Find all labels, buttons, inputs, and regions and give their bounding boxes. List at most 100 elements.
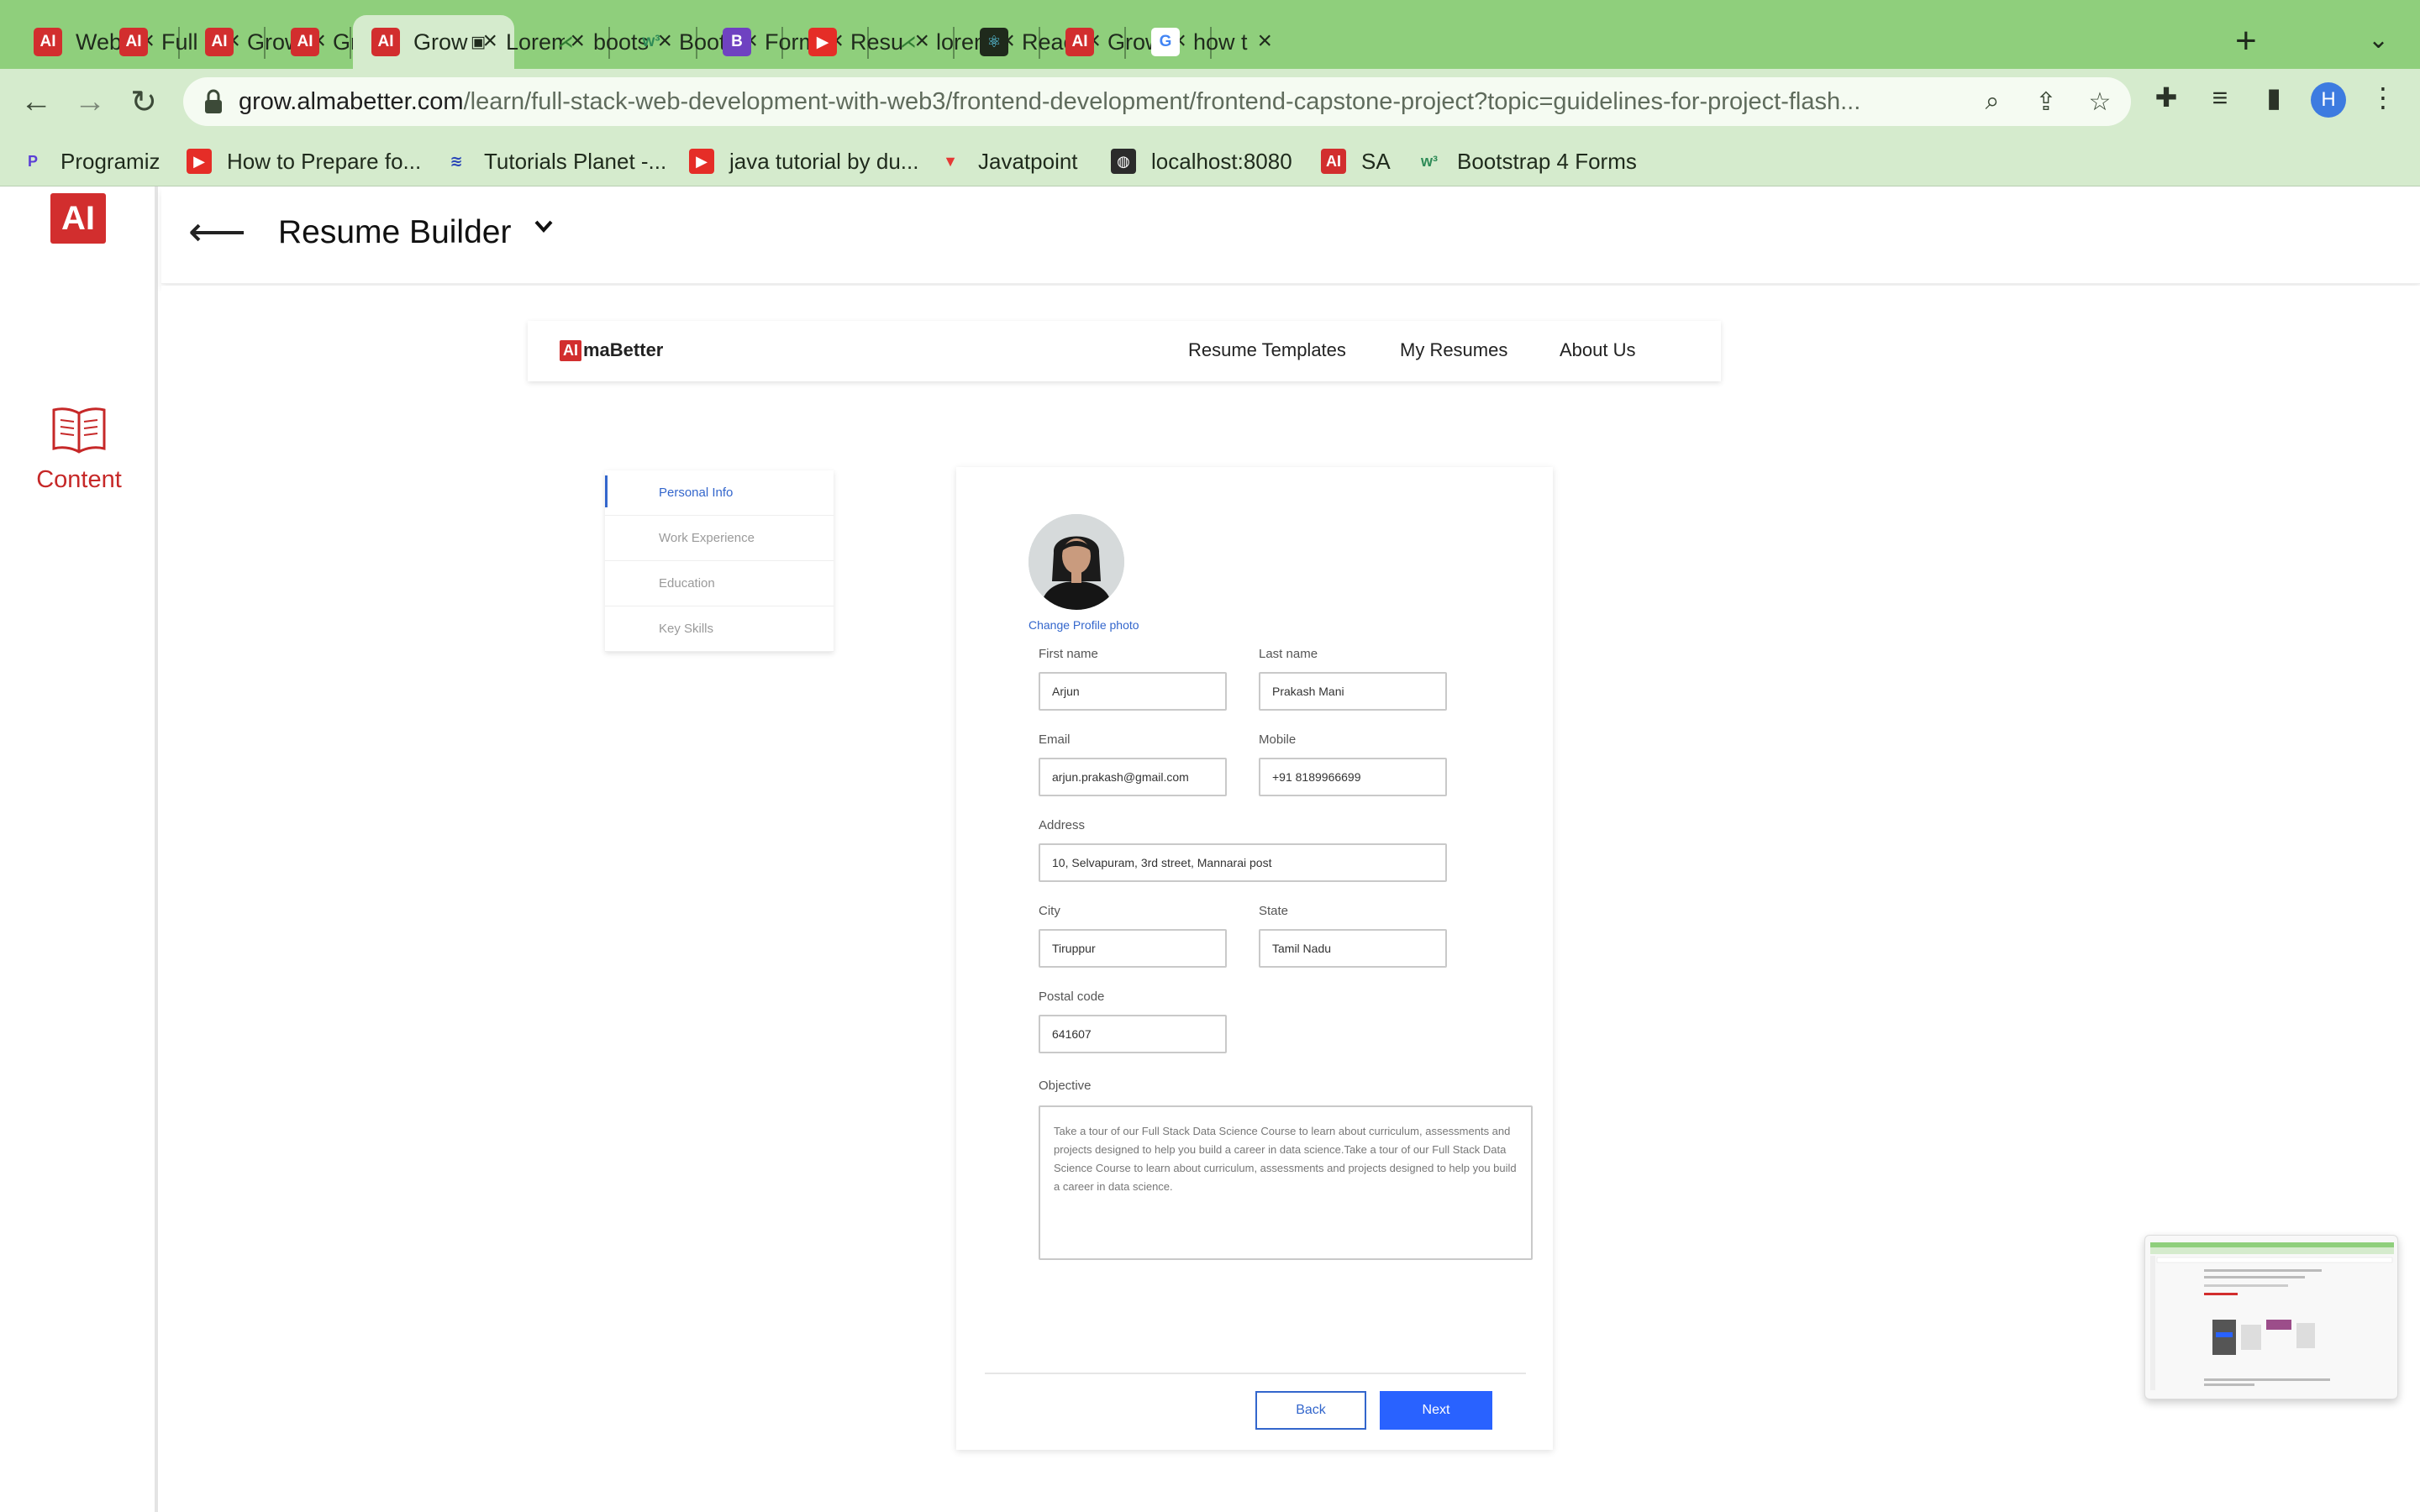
address-bar[interactable]: grow.almabetter.com/learn/full-stack-web… [183, 77, 2131, 126]
postal-code-field[interactable]: 641607 [1039, 1015, 1227, 1053]
google-icon: G [1151, 28, 1180, 56]
youtube-icon: ▶ [808, 28, 837, 56]
mobile-label: Mobile [1259, 732, 1297, 747]
arrow-left-icon: ← [20, 83, 52, 119]
bootstrap-b-icon: B [723, 28, 751, 56]
almabetter-icon: AI [205, 28, 234, 56]
app-navbar: AI maBetter Resume Templates My Resumes … [528, 321, 1721, 381]
bookmark-label: Bootstrap 4 Forms [1457, 148, 1637, 174]
step-education[interactable]: Education [605, 561, 834, 606]
content-nav-item[interactable]: Content [25, 403, 133, 494]
objective-label: Objective [1039, 1079, 1092, 1093]
address-label: Address [1039, 818, 1086, 832]
screenshot-thumbnail[interactable] [2144, 1235, 2398, 1399]
profile-photo [1028, 514, 1124, 610]
city-label: City [1039, 904, 1060, 918]
url-text: grow.almabetter.com/learn/full-stack-web… [239, 88, 1861, 115]
almabetter-logo[interactable]: AI [50, 193, 106, 244]
react-icon: ⚛ [980, 28, 1008, 56]
nav-link-about-us[interactable]: About Us [1560, 339, 1636, 361]
postal-code-label: Postal code [1039, 990, 1105, 1004]
app-logo-text: maBetter [583, 339, 664, 360]
last-name-field[interactable]: Prakash Mani [1259, 672, 1447, 711]
step-personal-info[interactable]: Personal Info [605, 470, 834, 516]
state-field[interactable]: Tamil Nadu [1259, 929, 1447, 968]
bookmark-label: How to Prepare fo... [227, 148, 422, 174]
forward-nav-button[interactable]: → [69, 81, 111, 123]
email-field[interactable]: arjun.prakash@gmail.com [1039, 758, 1227, 796]
back-nav-button[interactable]: ← [15, 81, 57, 123]
almabetter-icon: AI [1065, 28, 1094, 56]
state-label: State [1259, 904, 1289, 918]
bookmark-item[interactable]: ≋ Tutorials Planet -... [444, 144, 666, 178]
extensions-puzzle-icon[interactable]: ✚ [2148, 79, 2185, 116]
bootstrap-icon: ⋌ [557, 33, 574, 51]
reload-button[interactable]: ↻ [123, 81, 165, 123]
objective-textarea[interactable]: Take a tour of our Full Stack Data Scien… [1039, 1105, 1533, 1260]
bookmark-item[interactable]: ▶ java tutorial by du... [689, 144, 918, 178]
chevron-down-icon[interactable] [531, 213, 556, 245]
arrow-right-icon: → [74, 83, 106, 119]
new-tab-button[interactable]: + [2235, 20, 2257, 62]
bookmark-label: Programiz [60, 148, 160, 174]
next-button[interactable]: Next [1380, 1391, 1492, 1430]
bookmark-label: SA [1361, 148, 1391, 174]
image-icon: ▣ [471, 33, 486, 51]
bookmark-label: Javatpoint [978, 148, 1078, 174]
bookmark-item[interactable]: ◍ localhost:8080 [1111, 144, 1292, 178]
youtube-icon: ▶ [187, 149, 212, 174]
tutorials-planet-icon: ≋ [450, 152, 463, 170]
bookmark-item[interactable]: ▶ How to Prepare fo... [187, 144, 421, 178]
mobile-field[interactable]: +91 8189966699 [1259, 758, 1447, 796]
almabetter-icon: AI [34, 28, 62, 56]
share-icon[interactable]: ⇪ [2030, 86, 2062, 118]
bookmark-item[interactable]: P Programiz [20, 144, 160, 178]
almabetter-icon: AI [291, 28, 319, 56]
back-arrow-icon[interactable]: ⟵ [188, 212, 246, 254]
javatpoint-icon: ▼ [943, 152, 958, 170]
bookmark-label: localhost:8080 [1151, 148, 1292, 174]
browser-tab[interactable]: Ghow t × [1133, 15, 1289, 69]
bookmark-item[interactable]: AI SA [1321, 144, 1391, 178]
email-label: Email [1039, 732, 1071, 747]
media-queue-icon[interactable]: ≡ [2202, 79, 2238, 116]
app-logo[interactable]: AI maBetter [560, 339, 663, 361]
step-key-skills[interactable]: Key Skills [605, 606, 834, 652]
almabetter-icon: AI [371, 28, 400, 56]
nav-link-resume-templates[interactable]: Resume Templates [1188, 339, 1346, 361]
city-field[interactable]: Tiruppur [1039, 929, 1227, 968]
course-sidebar: AI Content [0, 186, 158, 1512]
bookmark-item[interactable]: w³ Bootstrap 4 Forms [1417, 144, 1637, 178]
steps-menu: Personal Info Work Experience Education … [605, 470, 834, 652]
reload-icon: ↻ [130, 84, 157, 120]
page-title: Resume Builder [278, 214, 512, 250]
step-work-experience[interactable]: Work Experience [605, 516, 834, 561]
programiz-icon: P [27, 152, 38, 170]
book-icon [52, 407, 106, 454]
bookmark-star-icon[interactable]: ☆ [2084, 86, 2116, 118]
content-nav-label: Content [36, 466, 122, 493]
side-panel-icon[interactable]: ▮ [2255, 79, 2292, 116]
almabetter-icon: AI [119, 28, 148, 56]
browser-menu-icon[interactable]: ⋮ [2365, 79, 2402, 116]
change-profile-photo-link[interactable]: Change Profile photo [1028, 618, 1139, 632]
first-name-field[interactable]: Arjun [1039, 672, 1227, 711]
nav-link-my-resumes[interactable]: My Resumes [1400, 339, 1507, 361]
browser-tab-title: how t [1193, 29, 1248, 55]
bookmarks-bar: P Programiz ▶ How to Prepare fo... ≋ Tutorial… [0, 134, 2420, 186]
back-button[interactable]: Back [1255, 1391, 1366, 1430]
address-field[interactable]: 10, Selvapuram, 3rd street, Mannarai pos… [1039, 843, 1447, 882]
zoom-icon[interactable]: ⌕ [1976, 86, 2008, 118]
bootstrap-icon: ⋌ [900, 33, 917, 51]
last-name-label: Last name [1259, 647, 1318, 661]
tab-search-chevron-icon[interactable]: ⌄ [2368, 25, 2389, 55]
bookmark-item[interactable]: ▼ Javatpoint [938, 144, 1078, 178]
w3schools-icon: w³ [1421, 152, 1438, 170]
youtube-icon: ▶ [689, 149, 714, 174]
lock-icon [205, 89, 222, 113]
w3schools-icon: w³ [642, 33, 660, 50]
close-tab-icon[interactable]: × [1257, 29, 1272, 54]
profile-avatar[interactable]: H [2311, 82, 2346, 118]
form-divider [985, 1373, 1526, 1374]
app-logo-mark: AI [560, 339, 581, 361]
